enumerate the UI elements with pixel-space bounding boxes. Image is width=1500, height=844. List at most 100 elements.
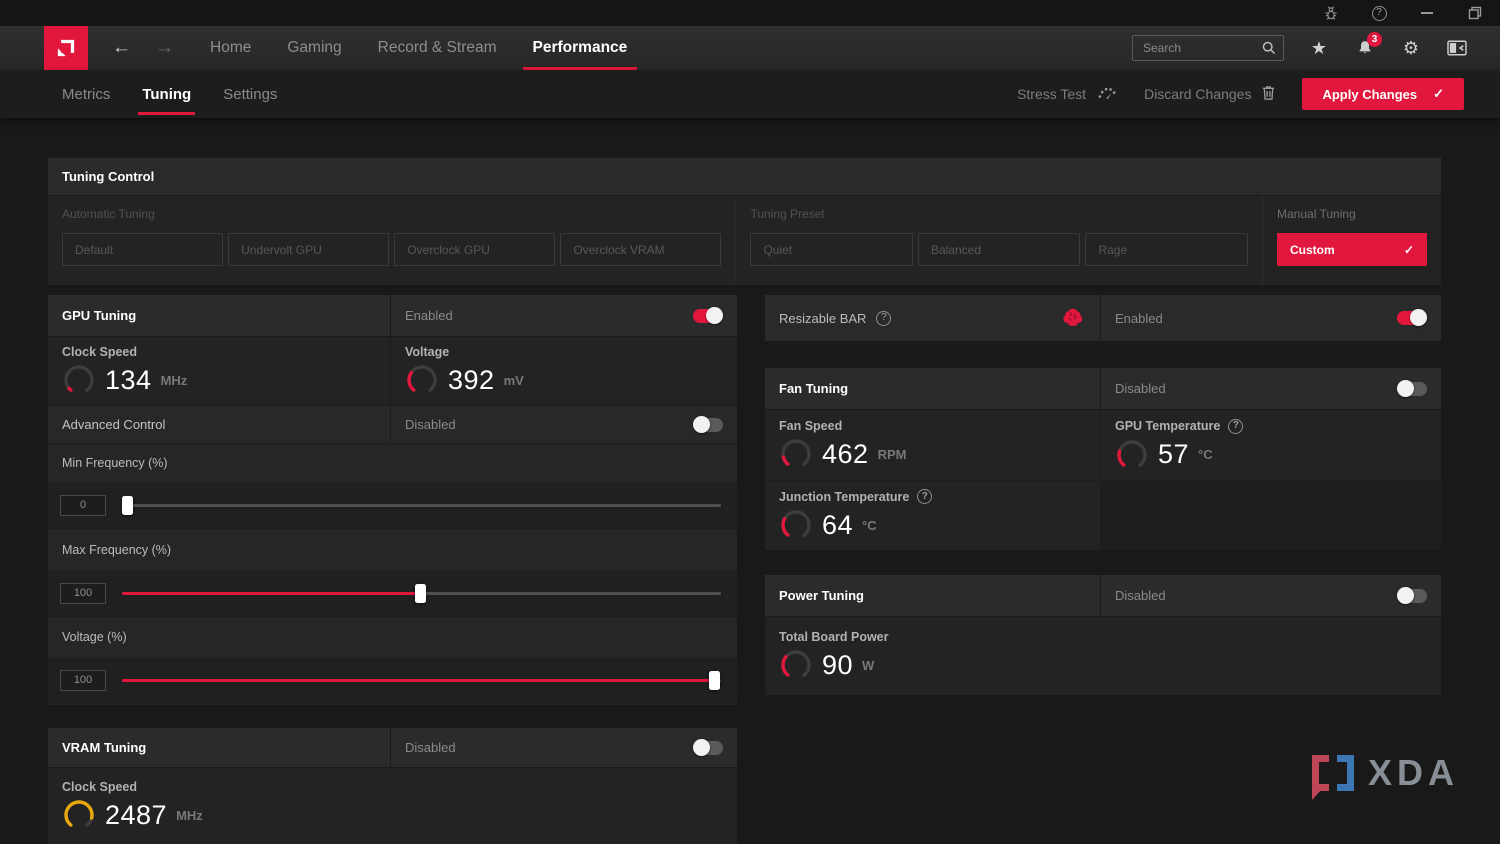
tuning-control-title: Tuning Control [62,169,154,184]
vram-clock-speed-unit: MHz [176,808,203,823]
rage-preset-button[interactable]: Rage [1085,233,1248,266]
nav-item-home[interactable]: Home [192,26,269,70]
vram-tuning-title-cell: VRAM Tuning [48,728,390,767]
default-button[interactable]: Default [62,233,223,266]
automatic-tuning-label: Automatic Tuning [62,207,721,221]
voltage-pct-slider-handle[interactable] [709,671,720,690]
apply-changes-button[interactable]: Apply Changes ✓ [1302,78,1464,110]
minimize-icon[interactable] [1418,4,1436,22]
junction-temperature-metric: Junction Temperature ? 64 °C [765,481,1100,550]
forward-icon[interactable]: → [155,37,174,59]
min-frequency-slider[interactable] [122,504,721,507]
automatic-tuning-group: Automatic Tuning Default Undervolt GPU O… [48,196,735,285]
manual-tuning-label: Manual Tuning [1277,207,1427,221]
junction-temperature-help-icon[interactable]: ? [917,489,932,504]
custom-tuning-button[interactable]: Custom ✓ [1277,233,1427,266]
trash-icon [1261,84,1276,104]
voltage-pct-slider-row [48,657,737,703]
amd-logo[interactable] [44,26,88,70]
vram-tuning-toggle[interactable] [693,741,723,755]
gpu-tuning-header-row: GPU Tuning Enabled [48,295,737,337]
max-frequency-slider[interactable] [122,592,721,595]
voltage-pct-input[interactable] [60,670,106,691]
total-board-power-gauge-icon [779,648,813,682]
fan-tuning-toggle[interactable] [1397,382,1427,396]
radeon-software-window: ? ← → Home Gaming Record & Stream Perfor… [0,0,1500,844]
resizable-bar-toggle[interactable] [1397,311,1427,325]
custom-button-label: Custom [1290,243,1335,257]
gpu-temperature-value: 57 [1158,439,1189,470]
stress-test-button[interactable]: Stress Test [1017,85,1118,104]
nav-item-gaming[interactable]: Gaming [269,26,359,70]
clock-speed-metric: Clock Speed 134 MHz [48,337,390,405]
subnav-actions: Stress Test Discard Changes [1017,78,1500,110]
power-tuning-toggle[interactable] [1397,589,1427,603]
overlay-panel-icon[interactable] [1446,37,1468,59]
back-icon[interactable]: ← [112,37,131,59]
check-icon: ✓ [1433,86,1444,102]
help-icon[interactable]: ? [1370,4,1388,22]
max-frequency-slider-handle[interactable] [415,584,426,603]
voltage-pct-slider[interactable] [122,679,721,682]
tuning-control-header: Tuning Control [48,158,1441,196]
max-frequency-input[interactable] [60,583,106,604]
restore-window-icon[interactable] [1466,4,1484,22]
subnav-tabs: Metrics Tuning Settings [46,70,293,118]
tab-settings[interactable]: Settings [207,70,293,118]
manual-tuning-group: Manual Tuning Custom ✓ [1262,196,1441,285]
fan-speed-gauge-icon [779,437,813,471]
quiet-preset-button[interactable]: Quiet [750,233,913,266]
bug-report-icon[interactable] [1322,4,1340,22]
fan-speed-unit: RPM [878,447,907,462]
vram-clock-speed-label: Clock Speed [62,780,723,794]
notifications-bell-icon[interactable]: 3 [1354,37,1376,59]
voltage-pct-label: Voltage (%) [62,630,127,644]
search-input[interactable] [1133,41,1324,55]
overclock-gpu-button[interactable]: Overclock GPU [394,233,555,266]
nav-item-record-stream[interactable]: Record & Stream [360,26,515,70]
nav-item-performance[interactable]: Performance [515,26,646,70]
fan-tuning-title-cell: Fan Tuning [765,368,1100,409]
undervolt-gpu-button[interactable]: Undervolt GPU [228,233,389,266]
favorites-star-icon[interactable]: ★ [1308,37,1330,59]
max-frequency-label: Max Frequency (%) [62,543,171,557]
vram-tuning-header-row: VRAM Tuning Disabled [48,728,737,768]
search-box [1132,35,1284,61]
fan-speed-value: 462 [822,439,869,470]
tab-metrics[interactable]: Metrics [46,70,126,118]
gpu-temperature-label: GPU Temperature [1115,419,1220,433]
titlebar: ? [0,0,1500,26]
voltage-value: 392 [448,365,495,396]
min-frequency-label-row: Min Frequency (%) [48,443,737,482]
clock-speed-unit: MHz [161,373,188,388]
search-icon[interactable] [1261,40,1277,61]
tab-tuning[interactable]: Tuning [126,70,207,118]
overclock-vram-button[interactable]: Overclock VRAM [560,233,721,266]
gpu-tuning-title: GPU Tuning [62,308,136,323]
min-frequency-input[interactable] [60,495,106,516]
power-tuning-header-row: Power Tuning Disabled [765,575,1441,617]
discard-changes-label: Discard Changes [1144,86,1251,102]
gpu-temperature-help-icon[interactable]: ? [1228,419,1243,434]
advanced-control-toggle[interactable] [693,418,723,432]
voltage-gauge-icon [405,363,439,397]
resizable-bar-help-icon[interactable]: ? [876,311,891,326]
discard-changes-button[interactable]: Discard Changes [1144,84,1276,104]
fan-tuning-status: Disabled [1115,381,1166,396]
junction-temperature-label: Junction Temperature [779,490,909,504]
gpu-tuning-panel: GPU Tuning Enabled Clock Speed [48,295,737,705]
fan-speed-metric: Fan Speed 462 RPM [765,410,1100,480]
main-navbar: ← → Home Gaming Record & Stream Performa… [0,26,1500,70]
settings-gear-icon[interactable]: ⚙ [1400,37,1422,59]
xda-brackets-logo [1312,755,1354,791]
balanced-preset-button[interactable]: Balanced [918,233,1081,266]
min-frequency-slider-handle[interactable] [122,496,133,515]
junction-temperature-gauge-icon [779,508,813,542]
power-tuning-panel: Power Tuning Disabled Total Board Power [765,575,1441,695]
gpu-gauges-row: Clock Speed 134 MHz Voltage [48,337,737,405]
smart-access-memory-brain-icon [1060,305,1086,332]
gpu-tuning-toggle[interactable] [693,309,723,323]
total-board-power-unit: W [862,658,874,673]
notification-badge: 3 [1367,32,1382,47]
voltage-pct-label-row: Voltage (%) [48,616,737,657]
